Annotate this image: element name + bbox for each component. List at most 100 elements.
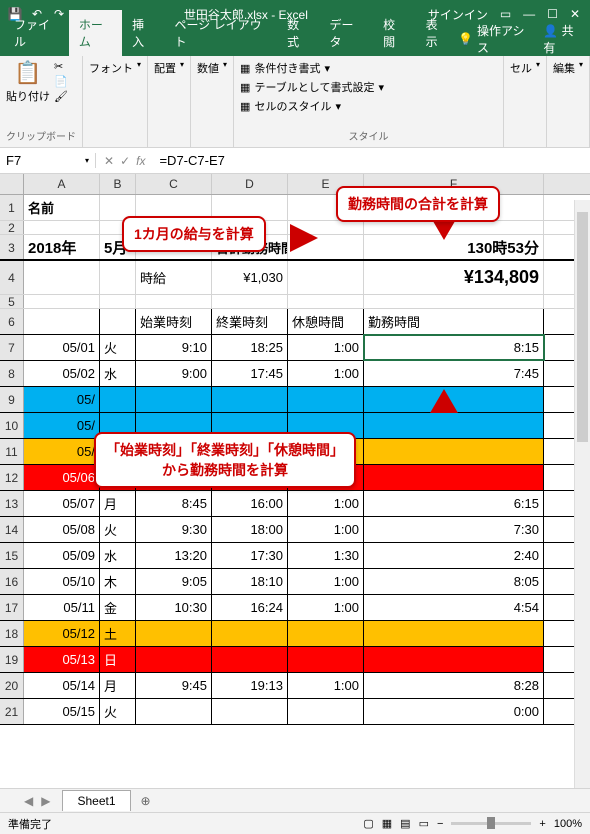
cell[interactable] (364, 439, 544, 464)
tab-formulas[interactable]: 数式 (277, 10, 319, 56)
cell[interactable]: 05/ (24, 413, 100, 438)
maximize-icon[interactable]: ☐ (547, 7, 558, 21)
cell[interactable]: 月 (100, 491, 136, 516)
zoom-in-icon[interactable]: + (539, 818, 545, 830)
tab-data[interactable]: データ (320, 10, 374, 56)
share-button[interactable]: 👤 共有 (543, 22, 582, 56)
cell[interactable]: 日 (100, 647, 136, 672)
cell[interactable] (288, 387, 364, 412)
cell[interactable]: 17:45 (212, 361, 288, 386)
tab-pagelayout[interactable]: ページ レイアウト (165, 10, 278, 56)
cell[interactable]: 05/09 (24, 543, 100, 568)
fx-icon[interactable]: fx (136, 154, 145, 168)
cell[interactable]: 05/14 (24, 673, 100, 698)
cell[interactable]: 7:30 (364, 517, 544, 542)
cell[interactable]: 05/ (24, 387, 100, 412)
cell[interactable]: 18:00 (212, 517, 288, 542)
ribbon-options-icon[interactable]: ▭ (500, 7, 511, 21)
cell[interactable]: 木 (100, 569, 136, 594)
cell[interactable]: 0:00 (364, 699, 544, 724)
cell[interactable]: 9:30 (136, 517, 212, 542)
cell[interactable]: 9:05 (136, 569, 212, 594)
cell[interactable]: 水 (100, 543, 136, 568)
col-header-b[interactable]: B (100, 174, 136, 194)
cancel-icon[interactable]: ✕ (104, 154, 114, 168)
add-sheet-icon[interactable]: ⊕ (131, 794, 161, 808)
col-header-c[interactable]: C (136, 174, 212, 194)
editing-dropdown[interactable]: 編集 (553, 60, 575, 76)
row-header[interactable]: 14 (0, 517, 24, 542)
row-header[interactable]: 10 (0, 413, 24, 438)
cell[interactable]: 1:00 (288, 517, 364, 542)
cell[interactable]: 1:00 (288, 491, 364, 516)
cell[interactable]: 1:30 (288, 543, 364, 568)
cell[interactable]: 8:05 (364, 569, 544, 594)
cell[interactable] (288, 647, 364, 672)
row-header[interactable]: 8 (0, 361, 24, 386)
cell[interactable] (288, 699, 364, 724)
cell[interactable]: 2:40 (364, 543, 544, 568)
cell[interactable]: 9:00 (136, 361, 212, 386)
cell[interactable]: 9:10 (136, 335, 212, 360)
cell[interactable] (212, 647, 288, 672)
cell[interactable]: 月 (100, 673, 136, 698)
cell[interactable]: 金 (100, 595, 136, 620)
cell[interactable]: 水 (100, 361, 136, 386)
cell[interactable]: 7:45 (364, 361, 544, 386)
row-header[interactable]: 21 (0, 699, 24, 724)
cell[interactable]: 1:00 (288, 335, 364, 360)
row-header[interactable]: 18 (0, 621, 24, 646)
row-header[interactable]: 9 (0, 387, 24, 412)
cell[interactable] (364, 621, 544, 646)
tab-review[interactable]: 校閲 (373, 10, 415, 56)
cell[interactable]: 8:28 (364, 673, 544, 698)
zoom-slider[interactable] (451, 822, 531, 825)
cell[interactable]: 6:15 (364, 491, 544, 516)
enter-icon[interactable]: ✓ (120, 154, 130, 168)
minimize-icon[interactable]: — (523, 7, 535, 21)
cell[interactable]: 火 (100, 335, 136, 360)
row-header[interactable]: 1 (0, 195, 24, 220)
zoom-level[interactable]: 100% (554, 818, 582, 830)
tab-view[interactable]: 表示 (416, 10, 458, 56)
tellme-label[interactable]: 操作アシス (477, 22, 531, 56)
name-box[interactable]: F7▾ (0, 153, 96, 168)
conditional-format-button[interactable]: ▦ 条件付き書式 ▾ (240, 60, 497, 76)
cell[interactable]: 4:54 (364, 595, 544, 620)
cell[interactable]: 05/08 (24, 517, 100, 542)
cell[interactable] (364, 465, 544, 490)
cell[interactable]: 10:30 (136, 595, 212, 620)
cell[interactable]: 9:45 (136, 673, 212, 698)
alignment-dropdown[interactable]: 配置 (154, 60, 176, 76)
cut-icon[interactable]: ✂ (54, 60, 68, 73)
cell[interactable]: 名前 (24, 195, 100, 220)
page-layout-icon[interactable]: ▤ (400, 817, 410, 830)
row-header[interactable]: 15 (0, 543, 24, 568)
cell[interactable] (136, 699, 212, 724)
cells-dropdown[interactable]: セル (510, 60, 532, 76)
cell[interactable] (212, 387, 288, 412)
row-header[interactable]: 19 (0, 647, 24, 672)
cell[interactable] (100, 387, 136, 412)
cell-styles-button[interactable]: ▦ セルのスタイル ▾ (240, 98, 497, 114)
cell[interactable]: 8:45 (136, 491, 212, 516)
copy-icon[interactable]: 📄 (54, 75, 68, 88)
cell[interactable]: 火 (100, 699, 136, 724)
row-header[interactable]: 7 (0, 335, 24, 360)
vertical-scrollbar[interactable] (574, 200, 590, 788)
row-header[interactable]: 12 (0, 465, 24, 490)
cell[interactable]: 18:25 (212, 335, 288, 360)
cell[interactable]: 火 (100, 517, 136, 542)
cell[interactable] (212, 621, 288, 646)
cell[interactable]: 05/06 (24, 465, 100, 490)
close-icon[interactable]: ✕ (570, 7, 580, 21)
next-sheet-icon[interactable]: ▶ (41, 794, 62, 808)
paste-button[interactable]: 📋 貼り付け (6, 60, 50, 104)
cell[interactable] (364, 413, 544, 438)
row-header[interactable]: 20 (0, 673, 24, 698)
prev-sheet-icon[interactable]: ◀ (24, 794, 41, 808)
cell[interactable] (136, 387, 212, 412)
cell[interactable] (288, 621, 364, 646)
format-painter-icon[interactable]: 🖌 (54, 90, 68, 103)
cell[interactable] (212, 699, 288, 724)
